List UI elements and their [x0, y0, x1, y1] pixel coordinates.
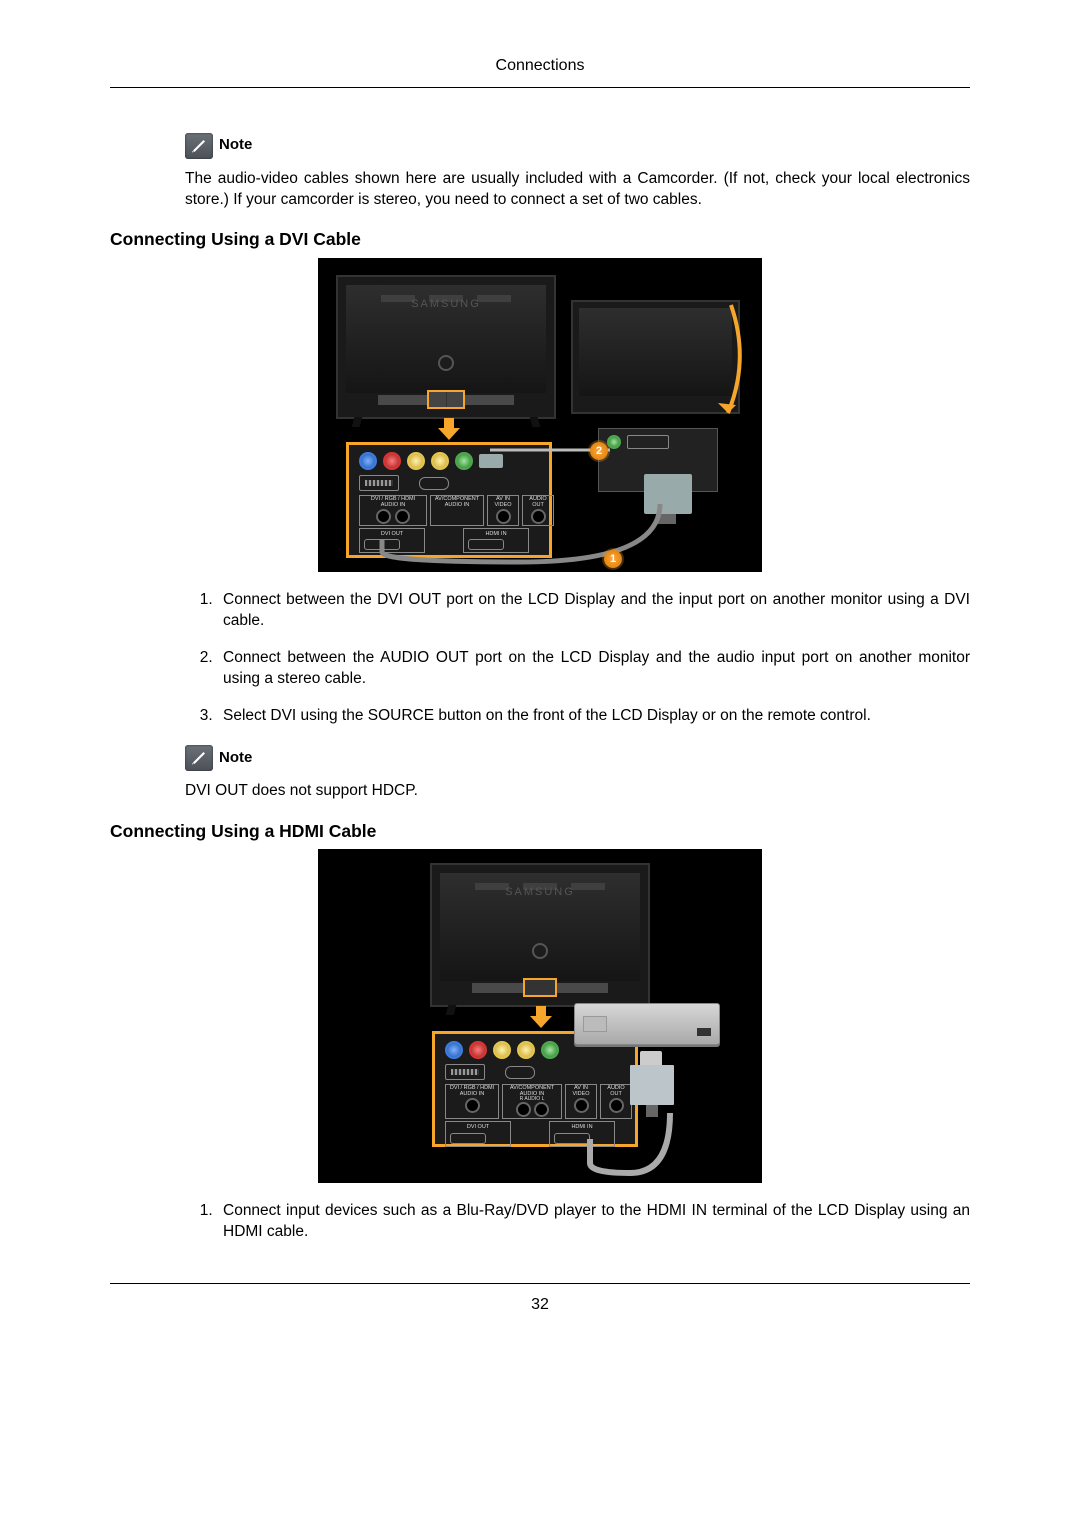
rear-panel-zoom: DVI / RGB / HDMI AUDIO IN AV/COMPONENT A… — [346, 442, 552, 558]
list-item: Connect input devices such as a Blu-Ray/… — [217, 1201, 970, 1243]
highlighted-ports-icon — [429, 392, 463, 407]
note-block-top: Note — [185, 133, 970, 159]
dvi-steps-list: Connect between the DVI OUT port on the … — [185, 590, 970, 727]
callout-badge-1: 1 — [604, 550, 622, 568]
rotate-arrow-icon — [716, 305, 746, 420]
hdmi-in-port: HDMI IN — [549, 1121, 615, 1146]
list-item: Select DVI using the SOURCE button on th… — [217, 706, 970, 727]
hdmi-in-port: HDMI IN — [463, 528, 529, 553]
port-label-row: DVI / RGB / HDMI AUDIO IN AV/COMPONENT A… — [359, 495, 539, 526]
note-label: Note — [219, 748, 252, 768]
hdmi-steps-list: Connect input devices such as a Blu-Ray/… — [185, 1201, 970, 1243]
lcd-screen: SAMSUNG — [346, 285, 546, 393]
page-number: 32 — [110, 1294, 970, 1316]
lcd-display: SAMSUNG — [336, 275, 556, 419]
header-divider — [110, 87, 970, 88]
arrow-down-icon — [530, 1006, 552, 1028]
rear-panel-zoom: DVI / RGB / HDMI AUDIO IN AV/COMPONENT A… — [432, 1031, 638, 1147]
dvi-out-port: DVI OUT — [359, 528, 425, 553]
page: Connections Note The audio-video cables … — [0, 0, 1080, 1527]
second-monitor — [571, 300, 740, 414]
usb-port-icon — [419, 477, 449, 490]
hdmi-connector-icon — [630, 1065, 674, 1105]
callout-badge-2: 2 — [590, 442, 608, 460]
audio-in-jack-icon — [359, 452, 377, 470]
audio-jack-icon — [607, 435, 621, 449]
arrow-down-icon — [438, 418, 460, 440]
audio-out-jack-icon — [455, 452, 473, 470]
stereo-plug-icon — [479, 454, 503, 468]
list-item: Connect between the DVI OUT port on the … — [217, 590, 970, 632]
ports-strip — [378, 392, 514, 407]
dvi-connector-icon — [644, 474, 692, 514]
note-text-dvi: DVI OUT does not support HDCP. — [185, 781, 970, 802]
figure-hdmi-wrap: SAMSUNG — [110, 849, 970, 1183]
figure-dvi-wrap: SAMSUNG — [110, 258, 970, 572]
note-icon — [185, 745, 213, 771]
bluray-player — [574, 1003, 720, 1045]
page-header-title: Connections — [110, 55, 970, 77]
ir-sensor-icon — [438, 355, 454, 371]
lcd-display: SAMSUNG — [430, 863, 650, 1007]
note-block-dvi: Note — [185, 745, 970, 771]
rgb-port-icon — [359, 475, 399, 491]
video-jack-icon — [407, 452, 425, 470]
figure-hdmi: SAMSUNG — [318, 849, 762, 1183]
port-label-row: DVI / RGB / HDMI AUDIO IN AV/COMPONENT A… — [445, 1084, 625, 1119]
figure-dvi: SAMSUNG — [318, 258, 762, 572]
heading-dvi: Connecting Using a DVI Cable — [110, 228, 970, 252]
brand-text: SAMSUNG — [440, 885, 640, 900]
note-icon — [185, 133, 213, 159]
list-item: Connect between the AUDIO OUT port on th… — [217, 648, 970, 690]
highlighted-port-icon — [525, 980, 555, 995]
audio-r-jack-icon — [383, 452, 401, 470]
heading-hdmi: Connecting Using a HDMI Cable — [110, 820, 970, 844]
note-text-top: The audio-video cables shown here are us… — [185, 169, 970, 211]
video-jack-icon — [431, 452, 449, 470]
dvi-out-port: DVI OUT — [445, 1121, 511, 1146]
dvi-in-port-icon — [627, 435, 669, 449]
note-label: Note — [219, 135, 252, 155]
brand-text: SAMSUNG — [346, 297, 546, 312]
footer-divider — [110, 1283, 970, 1284]
